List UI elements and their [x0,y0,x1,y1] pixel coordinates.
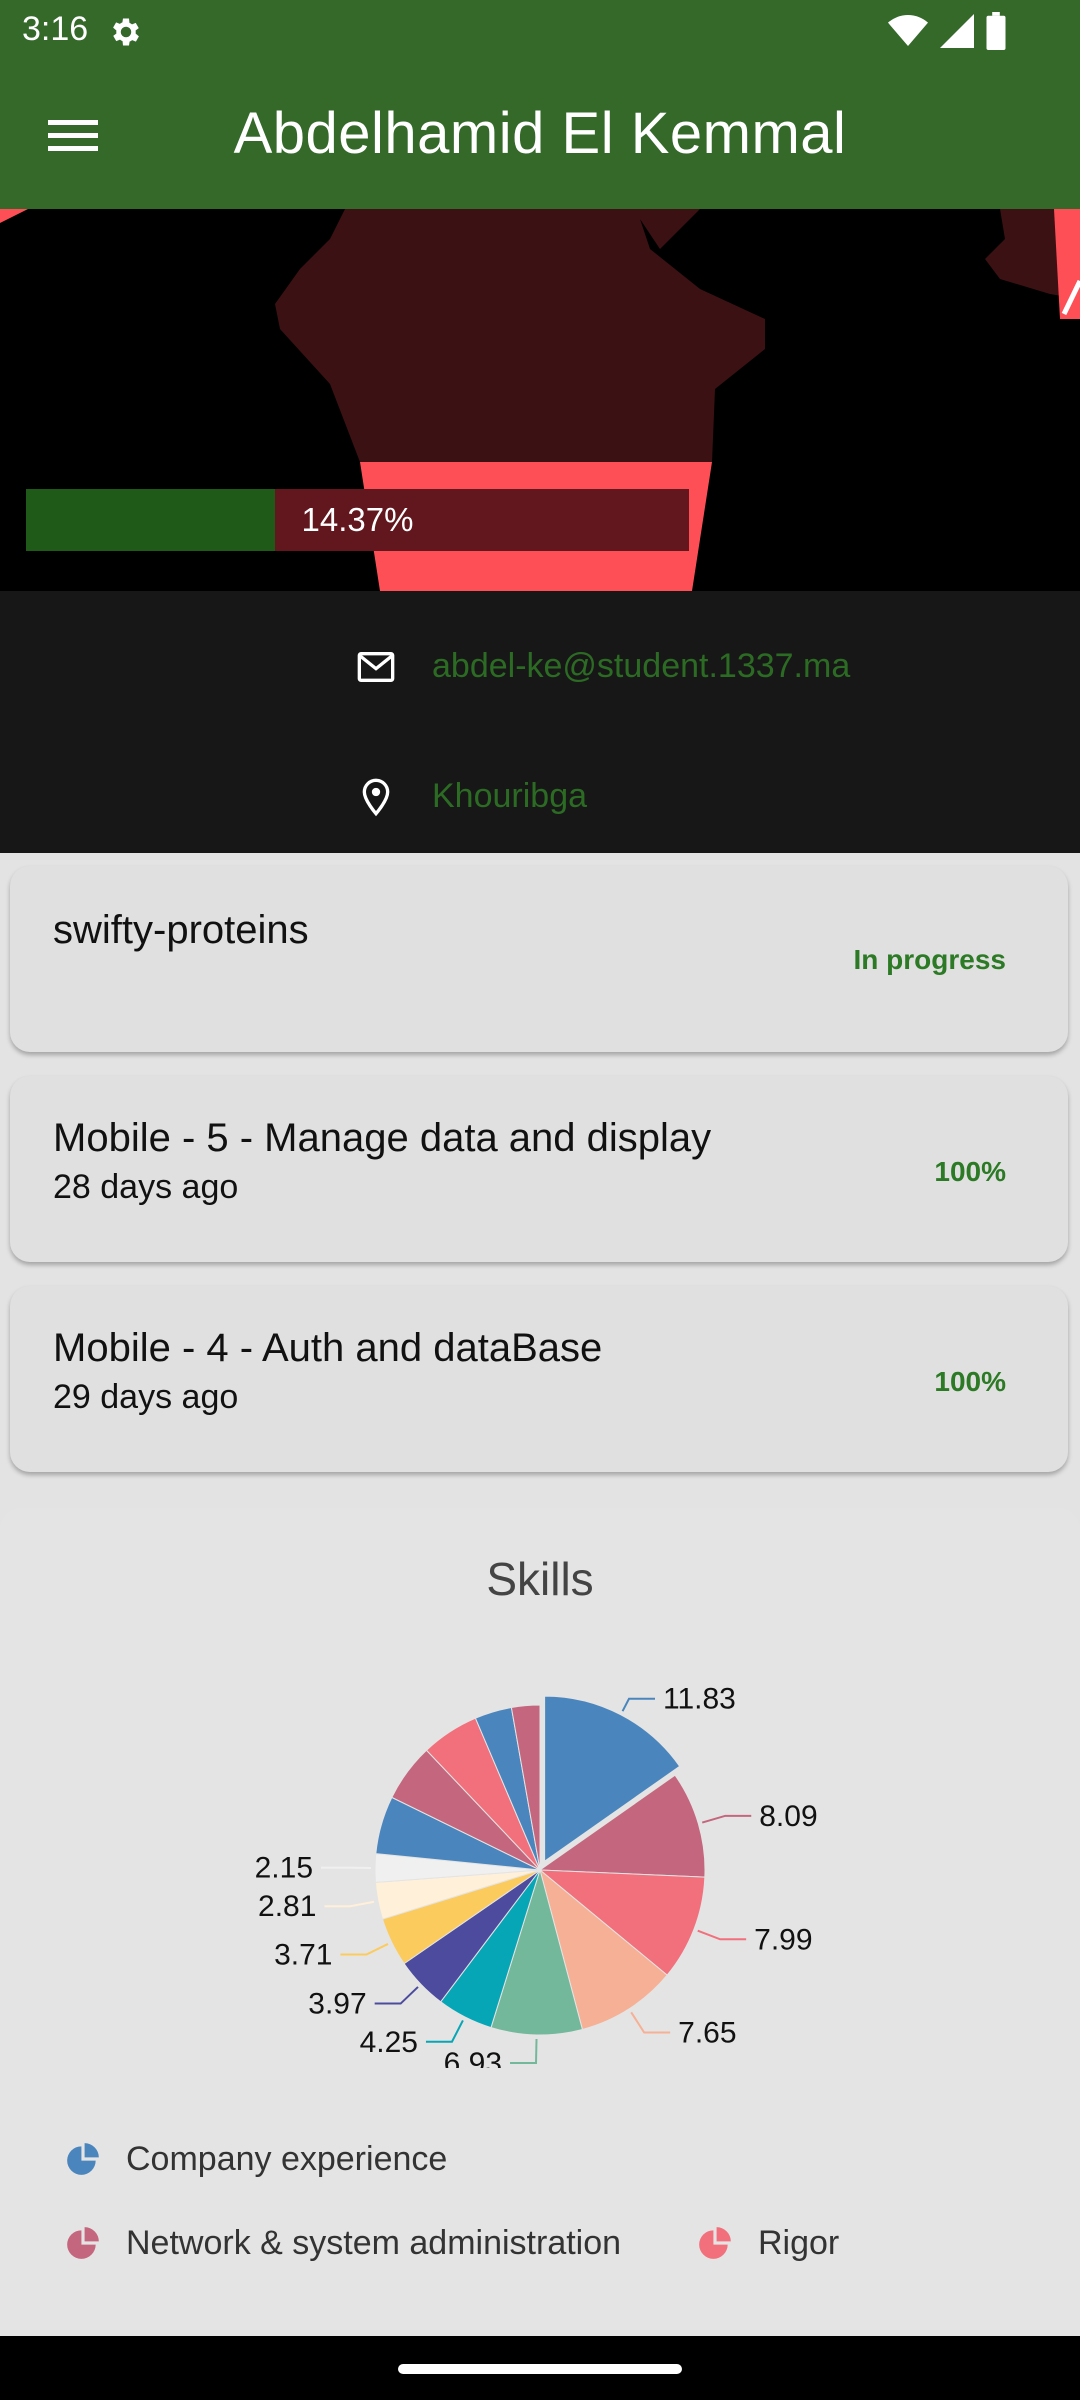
legend-label: Rigor [758,2224,840,2262]
status-time: 3:16 [22,10,89,48]
project-date: 29 days ago [53,1378,239,1416]
project-card[interactable]: Mobile - 5 - Manage data and display 28 … [10,1076,1068,1262]
email-text: abdel-ke@student.1337.ma [432,647,851,685]
pie-label-leader [425,2019,464,2043]
location-pin-icon [362,778,390,817]
pie-label-leader [621,1697,656,1712]
pie-data-label: 3.97 [308,1988,366,2021]
pie-data-label: 7.99 [754,1923,812,1956]
pie-legend-icon [67,2143,99,2175]
pie-label-leader [697,1929,747,1941]
level-progress-bar: 14.37% [26,489,689,551]
project-date: 28 days ago [53,1168,239,1206]
skills-pie-chart: 11.83 8.09 7.99 7.65 6.93 4.25 3.97 3.71 2.81 2.1… [255,1683,818,2068]
pie-data-label: 8.09 [759,1800,817,1833]
project-name: Mobile - 5 - Manage data and display [53,1116,712,1160]
system-nav-bar [0,2336,1080,2400]
home-gesture-handle[interactable] [398,2364,682,2374]
mail-icon [357,652,395,682]
project-name: Mobile - 4 - Auth and dataBase [53,1326,603,1370]
battery-icon [986,12,1006,50]
app-bar: Abdelhamid El Kemmal [0,64,1080,209]
pie-legend-icon [699,2227,731,2259]
project-status: 100% [934,1366,1006,1397]
pie-label-leader [701,1814,752,1824]
signal-icon [940,14,974,48]
pie-label-leader [630,2011,671,2034]
profile-banner: 14.37% [0,209,1080,591]
status-bar: 3:16 [0,0,1080,64]
location-text: Khouribga [432,777,588,815]
gear-icon [113,18,139,46]
project-status: 100% [934,1156,1006,1187]
pie-data-label: 6.93 [444,2047,502,2068]
project-status: In progress [853,944,1006,975]
wifi-icon [888,15,928,46]
level-progress-label: 14.37% [301,501,414,538]
skills-panel: Skills 11.83 8.09 7.99 7.65 6.93 4.25 3.97 3.71… [0,1508,1080,2336]
pie-data-label: 7.65 [678,2016,736,2049]
pie-legend-icon [67,2227,99,2259]
page-title: Abdelhamid El Kemmal [233,101,847,166]
pie-data-label: 2.15 [255,1852,313,1885]
pie-label-leader [324,1900,375,1908]
pie-label-leader [374,1986,419,2005]
pie-label-leader [510,2038,538,2064]
pie-data-label: 2.81 [258,1890,316,1923]
legend-label: Company experience [126,2140,448,2178]
project-name: swifty-proteins [53,908,309,952]
profile-info: abdel-ke@student.1337.ma Khouribga [0,591,1080,853]
pie-data-label: 4.25 [360,2026,418,2059]
project-card[interactable]: Mobile - 4 - Auth and dataBase 29 days a… [10,1286,1068,1472]
project-card[interactable]: swifty-proteins In progress [10,866,1068,1052]
pie-label-leader [340,1943,389,1956]
pie-data-label: 3.71 [274,1938,332,1971]
legend-label: Network & system administration [126,2224,622,2262]
pie-data-label: 11.83 [663,1683,736,1716]
